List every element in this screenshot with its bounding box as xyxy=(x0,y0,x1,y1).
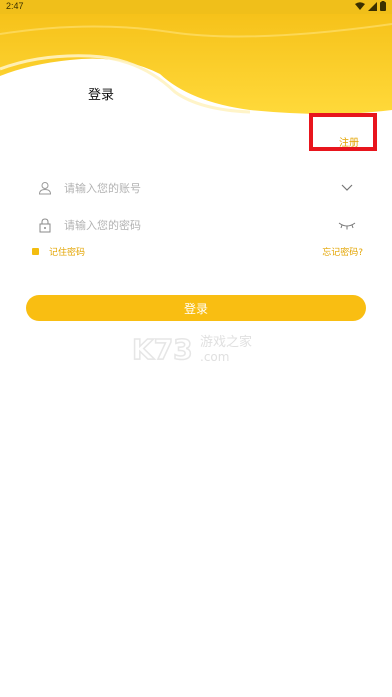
register-link[interactable]: 注册 xyxy=(339,134,359,149)
login-button[interactable]: 登录 xyxy=(26,295,366,321)
k73-watermark-logo: K73 游戏之家 .com xyxy=(132,333,252,363)
account-input[interactable] xyxy=(64,181,314,195)
user-icon xyxy=(36,179,54,197)
battery-icon xyxy=(380,1,386,11)
watermark-brand: K73 xyxy=(132,333,193,363)
cellular-signal-icon xyxy=(368,1,377,11)
status-bar: 2:47 xyxy=(0,0,392,14)
remember-password-label: 记住密码 xyxy=(49,248,86,258)
chevron-down-icon[interactable] xyxy=(338,180,356,196)
forgot-password-link[interactable]: 忘记密码? xyxy=(322,245,363,258)
password-field xyxy=(36,213,356,237)
status-time: 2:47 xyxy=(6,1,24,11)
header-wave-decoration xyxy=(0,14,392,114)
watermark-text: 游戏之家 xyxy=(200,334,252,350)
page-title: 登录 xyxy=(88,88,115,103)
lock-icon xyxy=(36,216,54,234)
remember-password-checkbox[interactable]: 记住密码 xyxy=(32,245,85,258)
password-input[interactable] xyxy=(64,218,314,232)
wifi-icon xyxy=(355,1,365,10)
status-icons xyxy=(355,1,386,11)
account-field xyxy=(36,176,356,200)
remember-checkbox-icon[interactable] xyxy=(32,248,39,255)
watermark-domain: .com xyxy=(200,350,229,363)
eye-closed-icon[interactable] xyxy=(338,217,356,233)
